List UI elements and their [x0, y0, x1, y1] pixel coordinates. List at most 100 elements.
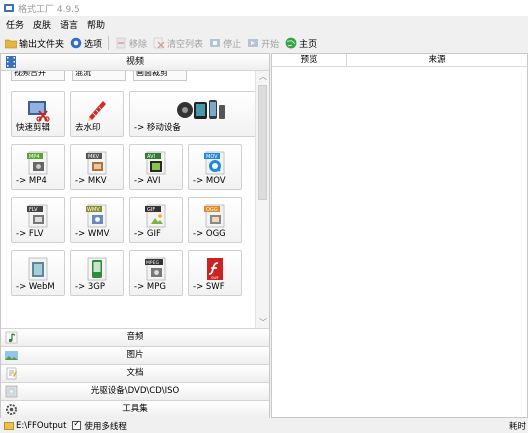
disc-label: 光驱设备\DVD\CD\ISO	[90, 386, 180, 396]
toolbox-icon	[6, 404, 17, 415]
wmv-tile[interactable]: WMV -> WMV	[70, 197, 124, 243]
mpg-tile[interactable]: MPEG -> MPG	[129, 250, 183, 296]
menu-help[interactable]: 帮助	[87, 18, 105, 31]
tile-label: -> WebM	[16, 282, 55, 292]
tile-label: -> 3GP	[75, 282, 106, 292]
picture-icon	[5, 351, 18, 360]
window-title: 格式工厂 4.9.5	[18, 4, 80, 15]
partial-tile-row: 视频合并 混流 画面裁剪	[11, 71, 194, 81]
tile-label: -> MKV	[75, 176, 107, 186]
output-folder-button[interactable]: 输出文件夹	[5, 37, 64, 50]
scroll-up-arrow-icon[interactable]: ︿	[258, 72, 268, 82]
tile-label: -> SWF	[193, 282, 225, 292]
swf-tile[interactable]: SWF -> SWF	[188, 250, 242, 296]
remove-icon	[116, 37, 126, 49]
task-list[interactable]: 预览 来源	[271, 53, 528, 418]
video-category-header[interactable]: 视频	[1, 54, 269, 71]
mkv-tile[interactable]: MKV -> MKV	[70, 144, 124, 190]
mkv-icon: MKV	[86, 151, 107, 175]
document-category[interactable]: 文档	[1, 364, 269, 382]
crop-tile[interactable]: 画面裁剪	[133, 71, 187, 81]
options-button[interactable]: 选项	[70, 37, 102, 50]
webm-icon	[28, 257, 48, 281]
stop-button[interactable]: 停止	[209, 37, 241, 50]
svg-text:MKV: MKV	[88, 154, 100, 160]
svg-text:FLV: FLV	[29, 207, 38, 213]
scroll-down-arrow-icon[interactable]: ﹀	[258, 318, 268, 328]
elapsed-time-label: 耗时	[508, 422, 526, 432]
home-button[interactable]: 主页	[285, 37, 317, 50]
output-folder-label: 输出文件夹	[19, 39, 65, 50]
mux-tile[interactable]: 混流	[72, 71, 126, 81]
avi-tile[interactable]: AVI -> AVI	[129, 144, 183, 190]
column-preview[interactable]: 预览	[272, 54, 347, 67]
quick-clip-tile[interactable]: 快速剪辑	[11, 91, 65, 137]
title-bar: 格式工厂 4.9.5	[0, 0, 528, 16]
ogg-tile[interactable]: OGG -> OGG	[188, 197, 242, 243]
menu-language[interactable]: 语言	[60, 18, 78, 31]
start-button[interactable]: 开始	[247, 37, 279, 50]
avi-icon: AVI	[145, 151, 166, 175]
mobile-device-icon	[176, 100, 225, 119]
output-path[interactable]: E:\FFOutput	[16, 421, 66, 431]
vertical-scrollbar[interactable]: ︿ ﹀	[255, 71, 269, 329]
tile-label: -> WMV	[75, 229, 110, 239]
clear-list-icon	[153, 37, 165, 49]
mobile-device-tile[interactable]: -> 移动设备	[129, 91, 255, 137]
remove-watermark-icon	[88, 101, 106, 121]
folder-icon	[5, 39, 17, 49]
flv-icon: FLV	[27, 204, 48, 228]
tile-label: -> MPG	[134, 282, 166, 292]
remove-button[interactable]: 移除	[115, 37, 147, 50]
ogg-icon: OGG	[204, 204, 225, 228]
menu-task[interactable]: 任务	[6, 18, 24, 31]
mov-icon: MOV	[204, 151, 225, 175]
options-label: 选项	[84, 39, 103, 50]
webm-tile[interactable]: -> WebM	[11, 250, 65, 296]
video-tools-area: 视频合并 混流 画面裁剪 快速剪辑 去水印 -> 移动设备 MP4 -> MP4…	[1, 71, 255, 329]
svg-text:SWF: SWF	[211, 276, 219, 280]
picture-category[interactable]: 图片	[1, 346, 269, 364]
tile-label: -> 移动设备	[134, 123, 181, 133]
mov-tile[interactable]: MOV -> MOV	[188, 144, 242, 190]
toolbox-category[interactable]: 工具集	[1, 400, 269, 418]
gif-tile[interactable]: GIF -> GIF	[129, 197, 183, 243]
audio-label: 音频	[126, 332, 144, 342]
tile-label: -> OGG	[193, 229, 226, 239]
clear-list-button[interactable]: 清空列表	[153, 37, 203, 50]
status-bar: E:\FFOutput 使用多线程 耗时	[0, 418, 528, 433]
svg-text:WMV: WMV	[87, 207, 100, 213]
video-category-label: 视频	[125, 57, 144, 67]
3gp-icon	[87, 257, 107, 281]
mp4-tile[interactable]: MP4 -> MP4	[11, 144, 65, 190]
tile-label: -> FLV	[16, 229, 44, 239]
toolbox-label: 工具集	[122, 404, 148, 414]
tile-label: -> GIF	[134, 229, 161, 239]
disc-category[interactable]: 光驱设备\DVD\CD\ISO	[1, 382, 269, 400]
globe-icon	[285, 37, 297, 49]
multithread-checkbox[interactable]	[72, 419, 82, 430]
svg-text:MPEG: MPEG	[146, 260, 159, 266]
3gp-tile[interactable]: -> 3GP	[70, 250, 124, 296]
video-merge-tile[interactable]: 视频合并	[11, 71, 65, 81]
flv-tile[interactable]: FLV -> FLV	[11, 197, 65, 243]
scroll-thumb[interactable]	[258, 85, 267, 200]
audio-icon	[5, 331, 18, 344]
swf-icon: SWF	[207, 258, 223, 280]
clear-list-label: 清空列表	[167, 39, 204, 50]
audio-category[interactable]: 音频	[1, 328, 269, 346]
gif-icon: GIF	[145, 204, 166, 228]
remove-watermark-tile[interactable]: 去水印	[70, 91, 124, 137]
svg-text:MP4: MP4	[29, 154, 40, 160]
app-logo-icon	[4, 4, 14, 12]
menu-skin[interactable]: 皮肤	[33, 18, 51, 31]
home-label: 主页	[299, 39, 318, 50]
toolbar-separator	[108, 36, 110, 50]
column-source[interactable]: 来源	[347, 54, 527, 67]
disc-icon	[5, 385, 18, 398]
menu-bar: 任务 皮肤 语言 帮助	[0, 17, 114, 32]
picture-label: 图片	[126, 350, 144, 360]
remove-label: 移除	[129, 39, 148, 50]
tile-label: -> MP4	[16, 176, 47, 186]
svg-text:MOV: MOV	[206, 154, 218, 160]
